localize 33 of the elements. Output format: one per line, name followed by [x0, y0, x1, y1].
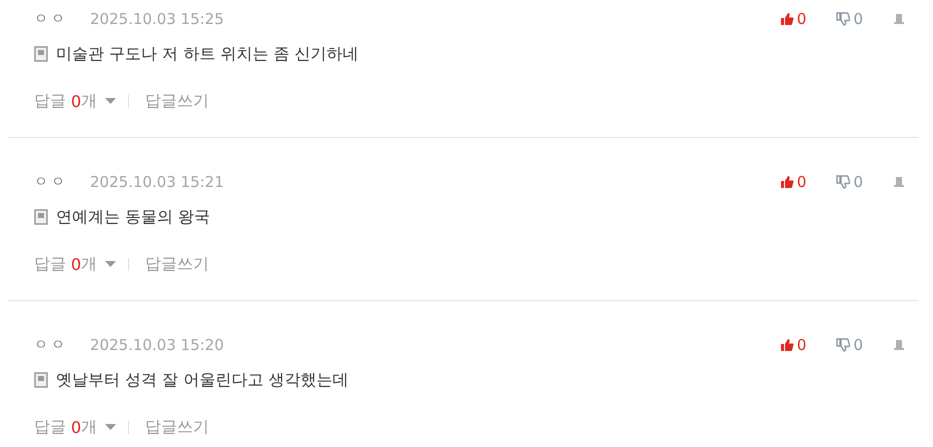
thumbs-down-icon [836, 12, 850, 26]
reply-count-toggle[interactable]: 답글 0개 [34, 90, 116, 112]
comment-date: 2025.10.03 15:25 [90, 10, 224, 28]
document-icon [34, 46, 48, 62]
comment-text: 옛날부터 성격 잘 어울린다고 생각했는데 [56, 370, 348, 390]
like-button[interactable]: 0 [780, 336, 806, 354]
author-name[interactable]: ㅇㅇ [34, 10, 68, 28]
document-icon [34, 372, 48, 388]
thumbs-up-icon [780, 12, 794, 26]
reply-count-toggle[interactable]: 답글 0개 [34, 254, 116, 274]
thumbs-up-icon [780, 175, 794, 189]
caret-icon [105, 424, 116, 430]
like-button[interactable]: 0 [780, 10, 806, 28]
write-reply-link[interactable]: 답글쓰기 [145, 254, 210, 274]
author-name[interactable]: ㅇㅇ [34, 336, 68, 354]
comment-date: 2025.10.03 15:20 [90, 336, 224, 354]
dislike-button[interactable]: 0 [836, 336, 863, 354]
caret-icon [105, 261, 116, 267]
reply-count-toggle[interactable]: 답글 0개 [34, 416, 116, 438]
write-reply-link[interactable]: 답글쓰기 [145, 416, 210, 438]
thumbs-up-icon [780, 338, 794, 352]
comment-date: 2025.10.03 15:21 [90, 173, 224, 191]
like-button[interactable]: 0 [780, 173, 806, 191]
thumbs-down-icon [836, 175, 850, 189]
author-name[interactable]: ㅇㅇ [34, 173, 68, 191]
caret-icon [105, 98, 116, 104]
dislike-button[interactable]: 0 [836, 10, 863, 28]
document-icon [34, 209, 48, 225]
comment-text: 연예계는 동물의 왕국 [56, 206, 210, 228]
thumbs-down-icon [836, 338, 850, 352]
dislike-button[interactable]: 0 [836, 173, 863, 191]
comment-text: 미술관 구도나 저 하트 위치는 좀 신기하네 [56, 44, 359, 64]
write-reply-link[interactable]: 답글쓰기 [145, 90, 210, 112]
